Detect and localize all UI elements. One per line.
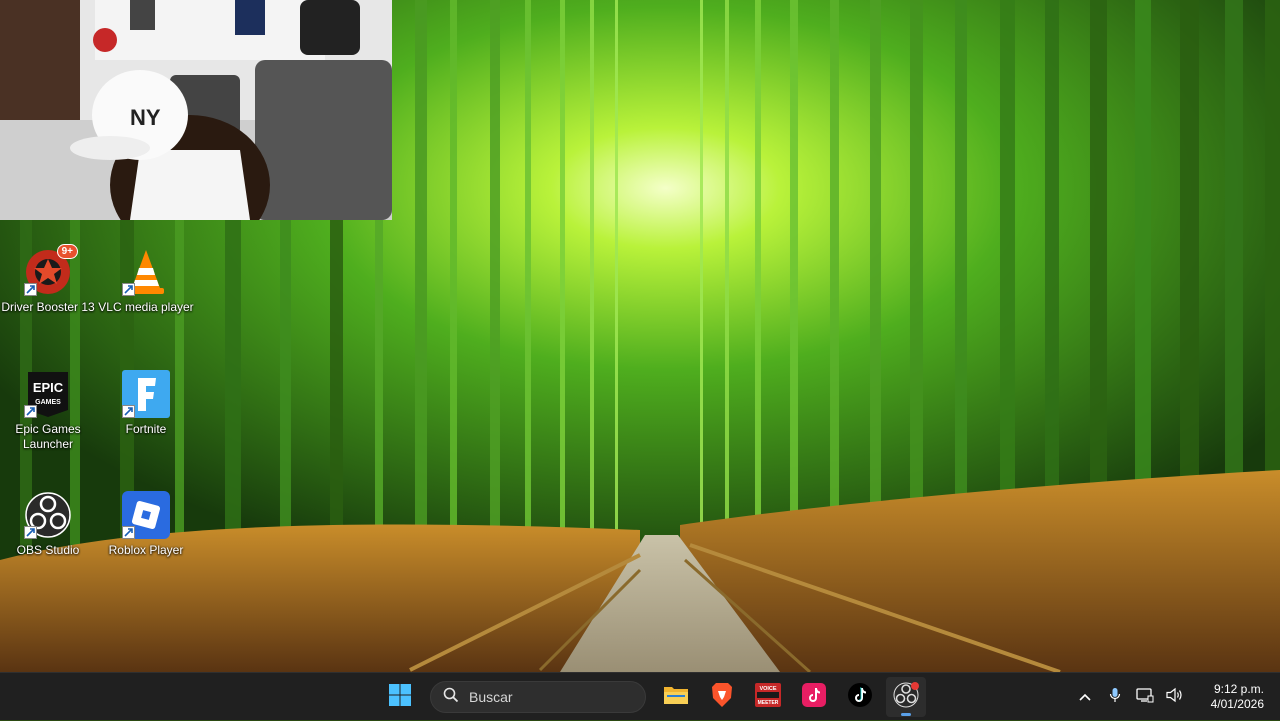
start-button[interactable] (380, 677, 420, 717)
notification-badge: 9+ (56, 244, 78, 259)
svg-text:MEETER: MEETER (758, 700, 779, 706)
bamboo-stalk (755, 0, 761, 600)
volume-button[interactable] (1160, 677, 1190, 717)
bamboo-stalk (525, 0, 531, 600)
svg-text:GAMES: GAMES (35, 399, 61, 406)
shortcut-arrow-icon (24, 405, 37, 418)
tiktok-icon (802, 682, 826, 712)
desktop-icon-fortnite[interactable]: Fortnite (98, 370, 194, 437)
bamboo-stalk (450, 0, 457, 600)
shortcut-arrow-icon (24, 526, 37, 539)
svg-text:VOICE: VOICE (759, 686, 776, 692)
shortcut-arrow-icon (122, 405, 135, 418)
cap-logo-text: NY (130, 105, 161, 130)
vlc-icon (122, 248, 170, 296)
speaker-icon (1166, 687, 1184, 708)
svg-text:EPIC: EPIC (33, 380, 64, 395)
shortcut-arrow-icon (24, 283, 37, 296)
taskbar-app-tiktok-2[interactable] (840, 677, 880, 717)
epic-games-icon: EPIC GAMES (24, 370, 72, 418)
obs-icon (24, 491, 72, 539)
taskbar-app-obs[interactable] (886, 677, 926, 717)
taskbar-app-voicemeeter[interactable]: VOICE MEETER (748, 677, 788, 717)
brave-icon (710, 682, 734, 713)
bamboo-stalk (700, 0, 703, 600)
taskbar-app-tiktok-1[interactable] (794, 677, 834, 717)
taskbar-app-brave[interactable] (702, 677, 742, 717)
search-input[interactable] (467, 688, 631, 706)
bamboo-stalk (725, 0, 729, 600)
clock-button[interactable]: 9:12 p.m. 4/01/2026 (1190, 682, 1280, 712)
shortcut-arrow-icon (122, 526, 135, 539)
desktop-icon-label: Epic Games Launcher (15, 422, 81, 451)
roblox-icon (122, 491, 170, 539)
folder-icon (663, 684, 689, 711)
voicemeeter-icon: VOICE MEETER (755, 682, 781, 712)
desktop-icon-driver-booster[interactable]: 9+ Driver Booster 13 (0, 244, 96, 315)
microphone-icon (1109, 687, 1121, 708)
taskbar-center: VOICE MEETER (380, 673, 926, 721)
desktop-icon-label: Fortnite (125, 422, 167, 436)
desktop-icon-label: Driver Booster 13 (1, 300, 95, 314)
tiktok-icon (848, 682, 872, 712)
webcam-overlay: NY (0, 0, 392, 220)
desktop-icon-epic-games[interactable]: EPIC GAMES Epic Games Launcher (0, 370, 96, 452)
obs-icon (893, 681, 919, 713)
bamboo-stalk (615, 0, 618, 600)
desktop-icon-label: VLC media player (98, 300, 194, 314)
show-hidden-icons-button[interactable] (1070, 677, 1100, 717)
microphone-button[interactable] (1100, 677, 1130, 717)
system-tray: 9:12 p.m. 4/01/2026 (1070, 673, 1280, 721)
network-icon (1136, 687, 1154, 708)
bamboo-stalk (490, 0, 500, 600)
desktop-icon-vlc[interactable]: VLC media player (98, 248, 194, 315)
desktop-icon-label: OBS Studio (16, 543, 80, 557)
fortnite-icon (122, 370, 170, 418)
desktop-icon-roblox[interactable]: Roblox Player (98, 491, 194, 558)
clock-date: 4/01/2026 (1210, 697, 1264, 711)
taskbar: VOICE MEETER (0, 672, 1280, 720)
bamboo-stalk (590, 0, 594, 600)
network-button[interactable] (1130, 677, 1160, 717)
desktop-icon-obs[interactable]: OBS Studio (0, 491, 96, 558)
windows-start-icon (388, 683, 412, 712)
taskbar-app-file-explorer[interactable] (656, 677, 696, 717)
search-icon (443, 687, 459, 708)
chevron-up-icon (1079, 688, 1091, 706)
shortcut-arrow-icon (122, 283, 135, 296)
clock-time: 9:12 p.m. (1213, 682, 1264, 696)
driver-booster-icon: 9+ (24, 244, 78, 296)
bamboo-stalk (415, 0, 427, 600)
bamboo-stalk (560, 0, 565, 600)
desktop-icon-label: Roblox Player (108, 543, 184, 557)
taskbar-search[interactable] (430, 681, 646, 713)
